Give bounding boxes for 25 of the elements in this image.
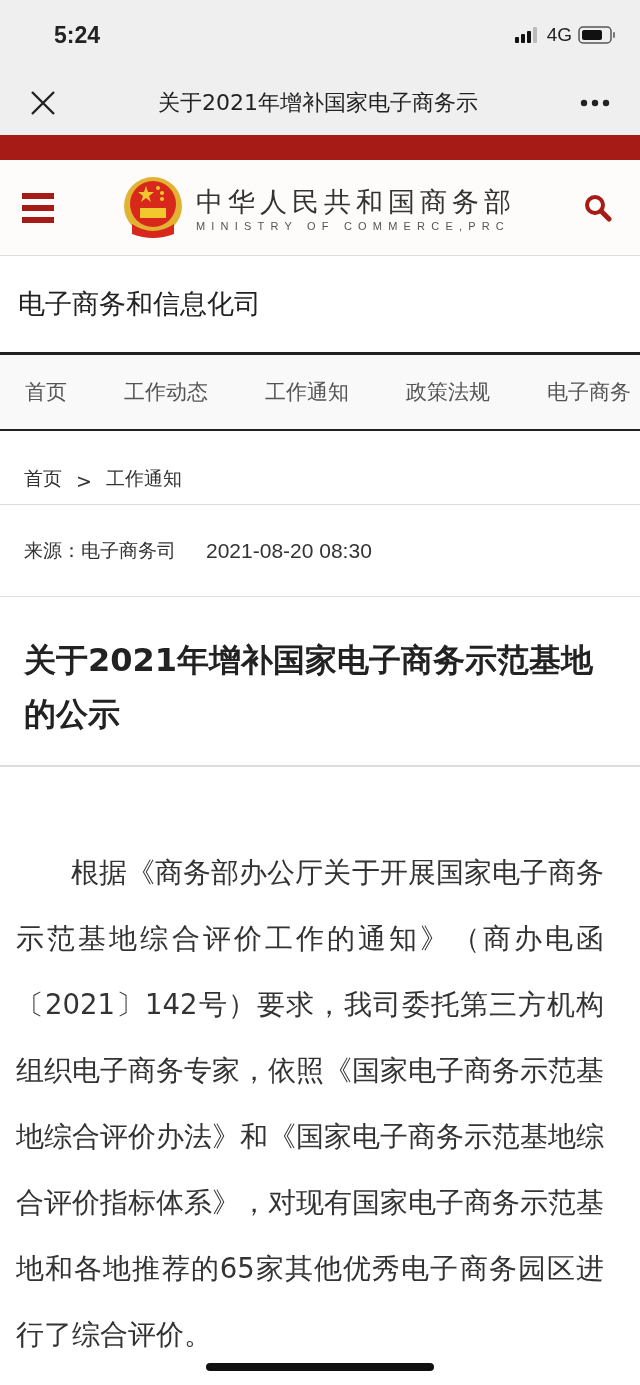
breadcrumb-separator: >: [76, 470, 92, 492]
nav-tab[interactable]: 首页: [25, 378, 67, 406]
emblem-icon: [122, 175, 184, 240]
more-icon[interactable]: [580, 98, 610, 107]
site-subtitle: MINISTRY OF COMMERCE,PRC: [196, 219, 511, 232]
nav-tab[interactable]: 工作通知: [265, 378, 349, 406]
nav-tab[interactable]: 政策法规: [406, 378, 490, 406]
article-title: 关于2021年增补国家电子商务示范基地的公示: [0, 597, 640, 767]
breadcrumb-link[interactable]: 工作通知: [105, 466, 182, 492]
source-name: 电子商务司: [81, 537, 176, 563]
menu-icon[interactable]: [22, 192, 54, 223]
section-title: 电子商务和信息化司: [17, 287, 262, 321]
article-paragraph: 根据《商务部办公厅关于开展国家电子商务示范基地综合评价工作的通知》（商办电函〔2021〕142号）要求，我司委托第三方机构组织电子商务专家，依照《国家电子商务示范基地综合评价办法》和《国家电子商务示范基地综合评价指标体系》，对现有国家电子商务示范基地和各地推荐的65家其他优秀电子商务园区进行了综合评价。: [16, 855, 604, 1352]
nav-tab[interactable]: 工作动态: [124, 378, 208, 406]
status-time: 5:24: [54, 21, 101, 49]
page-title: 关于2021年增补国家电子商务示: [157, 88, 479, 117]
close-icon[interactable]: [30, 89, 56, 116]
publish-date: 2021-08-20 08:30: [206, 538, 372, 563]
search-icon[interactable]: [584, 193, 612, 222]
nav-tab[interactable]: 电子商务: [547, 378, 631, 406]
battery-icon: [578, 26, 616, 44]
breadcrumb-link[interactable]: 首页: [24, 466, 62, 492]
site-name: 中华人民共和国商务部: [196, 184, 516, 219]
network-label: 4G: [546, 24, 572, 46]
source-label: 来源：: [24, 537, 81, 563]
